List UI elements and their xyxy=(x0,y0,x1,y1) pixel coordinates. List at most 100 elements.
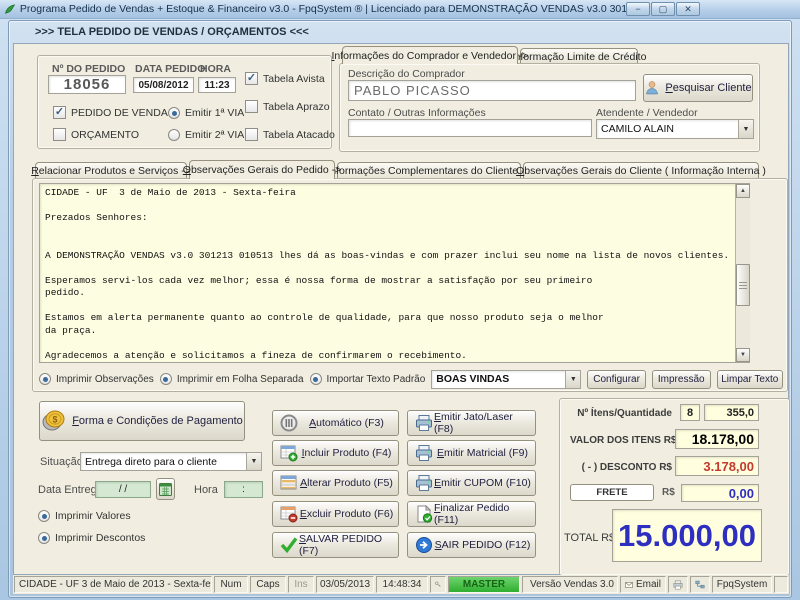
person-icon xyxy=(644,80,660,96)
scroll-thumb[interactable] xyxy=(736,264,750,306)
checkbox-tabela-avista[interactable]: ✓ Tabela Avista xyxy=(245,72,325,85)
checkbox-orcamento[interactable]: ORÇAMENTO xyxy=(53,128,139,141)
status-network-segment xyxy=(690,576,710,593)
print-options-row: Imprimir Observações Imprimir em Folha S… xyxy=(39,369,783,389)
printer-icon xyxy=(673,580,683,590)
pesquisar-cliente-button[interactable]: Pesquisar Cliente xyxy=(643,74,753,102)
close-button[interactable]: ✕ xyxy=(676,2,700,16)
tab-informacoes-complementares[interactable]: Informações Complementares do Cliente -> xyxy=(337,162,521,179)
status-num: Num xyxy=(214,576,248,593)
tab-observacoes-pedido[interactable]: Observações Gerais do Pedido -> xyxy=(189,160,335,179)
frete-moeda-label: R$ xyxy=(662,487,675,498)
emitir-jato-laser-button[interactable]: Emitir Jato/Laser (F8) xyxy=(407,410,536,436)
itens-count-field: 8 xyxy=(680,404,700,421)
tab-comprador-vendedor[interactable]: Informações do Comprador e Vendedor -> xyxy=(342,46,518,64)
hora-entrega-field[interactable]: : xyxy=(224,481,263,498)
situacao-combo[interactable]: Entrega direto para o cliente ▼ xyxy=(80,452,262,471)
order-date-field[interactable]: 05/08/2012 xyxy=(133,77,194,93)
table-edit-icon xyxy=(280,474,298,492)
chevron-down-icon: ▼ xyxy=(565,371,580,388)
status-end-segment xyxy=(774,576,788,593)
itens-quantidade-label: Nº Ítens/Quantidade xyxy=(570,408,672,419)
radio-imprimir-observacoes[interactable]: Imprimir Observações xyxy=(39,373,154,385)
status-date: 03/05/2013 xyxy=(316,576,374,593)
chevron-down-icon: ▼ xyxy=(246,453,261,470)
envelope-icon xyxy=(625,581,633,589)
status-email[interactable]: Email xyxy=(620,576,666,593)
checkbox-tabela-atacado[interactable]: Tabela Atacado xyxy=(245,128,335,141)
contato-label: Contato / Outras Informações xyxy=(348,107,486,119)
coin-icon: $ xyxy=(41,409,67,433)
key-icon xyxy=(435,580,441,589)
printer-icon xyxy=(415,444,433,462)
emitir-matricial-button[interactable]: Emitir Matricial (F9) xyxy=(407,440,536,466)
scroll-up-icon[interactable]: ▲ xyxy=(736,184,750,198)
radio-dot-icon xyxy=(310,373,322,385)
status-caps: Caps xyxy=(250,576,286,593)
frete-button[interactable]: FRETE xyxy=(570,484,654,501)
impressao-button[interactable]: Impressão xyxy=(652,370,711,389)
document-check-icon xyxy=(415,505,433,523)
situacao-label: Situação xyxy=(40,456,83,468)
order-number-field[interactable]: 18056 xyxy=(48,75,126,94)
data-entrega-label: Data Entrega xyxy=(38,484,103,496)
hora-entrega-label: Hora xyxy=(194,484,218,496)
texto-padrao-combo[interactable]: BOAS VINDAS ▼ xyxy=(431,370,581,389)
salvar-pedido-button[interactable]: SALVAR PEDIDO (F7) xyxy=(272,532,399,558)
finalizar-pedido-button[interactable]: Finalizar Pedido (F11) xyxy=(407,501,536,527)
arrow-right-circle-icon xyxy=(415,536,433,554)
total-label: TOTAL R$ xyxy=(564,532,615,544)
window-title: Programa Pedido de Vendas + Estoque & Fi… xyxy=(20,3,626,15)
configurar-button[interactable]: Configurar xyxy=(587,370,646,389)
tab-relacionar-produtos[interactable]: Relacionar Produtos e Serviços -> xyxy=(35,162,187,179)
forma-pagamento-button[interactable]: $ Forma e Condições de Pagamento xyxy=(39,401,245,441)
quantidade-field: 355,0 xyxy=(704,404,759,421)
checkbox-pedido-venda[interactable]: ✓ PEDIDO DE VENDA xyxy=(53,106,168,119)
emitir-cupom-button[interactable]: Emitir CUPOM (F10) xyxy=(407,470,536,496)
main-content: Nº DO PEDIDO 18056 DATA PEDIDO 05/08/201… xyxy=(13,43,789,575)
contato-input[interactable] xyxy=(348,119,592,137)
status-location: CIDADE - UF 3 de Maio de 2013 - Sexta-fe… xyxy=(14,576,212,593)
checkbox-tabela-aprazo[interactable]: Tabela Aprazo xyxy=(245,100,330,113)
radio-emitir-1via[interactable]: Emitir 1ª VIA xyxy=(168,107,244,119)
radio-imprimir-descontos[interactable]: Imprimir Descontos xyxy=(38,532,145,544)
minimize-button[interactable]: − xyxy=(626,2,650,16)
radio-imprimir-valores[interactable]: Imprimir Valores xyxy=(38,510,131,522)
tab-observacoes-cliente[interactable]: Observações Gerais do Cliente ( Informaç… xyxy=(523,162,759,179)
alterar-produto-button[interactable]: Alterar Produto (F5) xyxy=(272,470,399,496)
sair-pedido-button[interactable]: SAIR PEDIDO (F12) xyxy=(407,532,536,558)
excluir-produto-button[interactable]: Excluir Produto (F6) xyxy=(272,501,399,527)
limpar-texto-button[interactable]: Limpar Texto xyxy=(717,370,783,389)
automatico-button[interactable]: Automático (F3) xyxy=(272,410,399,436)
printer-icon xyxy=(415,414,433,432)
radio-emitir-2via[interactable]: Emitir 2ª VIA xyxy=(168,129,244,141)
total-field: 15.000,00 xyxy=(612,509,762,562)
calendar-button[interactable] xyxy=(156,478,175,500)
frete-field[interactable]: 0,00 xyxy=(681,484,759,502)
incluir-produto-button[interactable]: Incluir Produto (F4) xyxy=(272,440,399,466)
maximize-button[interactable]: ▢ xyxy=(651,2,675,16)
app-icon xyxy=(4,3,16,16)
os-titlebar: Programa Pedido de Vendas + Estoque & Fi… xyxy=(0,0,800,19)
data-entrega-field[interactable]: / / xyxy=(95,481,151,498)
desktop: { "window": { "title": "Programa Pedido … xyxy=(0,0,800,600)
order-date-label: DATA PEDIDO xyxy=(135,63,205,75)
status-versao: Versão Vendas 3.0 xyxy=(522,576,618,593)
order-time-field[interactable]: 11:23 xyxy=(198,77,236,93)
checkbox-empty-icon xyxy=(245,100,258,113)
radio-dot-icon xyxy=(39,373,51,385)
checkbox-check-icon: ✓ xyxy=(245,72,258,85)
radio-importar-texto[interactable]: Importar Texto Padrão xyxy=(310,373,426,385)
memo-scrollbar[interactable]: ▲ ▼ xyxy=(735,184,750,362)
radio-dot-icon xyxy=(38,532,50,544)
printer-icon xyxy=(415,474,433,492)
status-printer-segment xyxy=(668,576,688,593)
scroll-down-icon[interactable]: ▼ xyxy=(736,348,750,362)
observations-memo[interactable]: CIDADE - UF 3 de Maio de 2013 - Sexta-fe… xyxy=(39,183,750,363)
radio-empty-icon xyxy=(168,129,180,141)
radio-folha-separada[interactable]: Imprimir em Folha Separada xyxy=(160,373,304,385)
atendente-combo[interactable]: CAMILO ALAIN ▼ xyxy=(596,119,754,139)
descricao-comprador-input[interactable]: PABLO PICASSO xyxy=(348,80,636,101)
status-brand: FpqSystem xyxy=(712,576,772,593)
tab-limite-credito[interactable]: Informação Limite de Crédito xyxy=(520,48,638,64)
